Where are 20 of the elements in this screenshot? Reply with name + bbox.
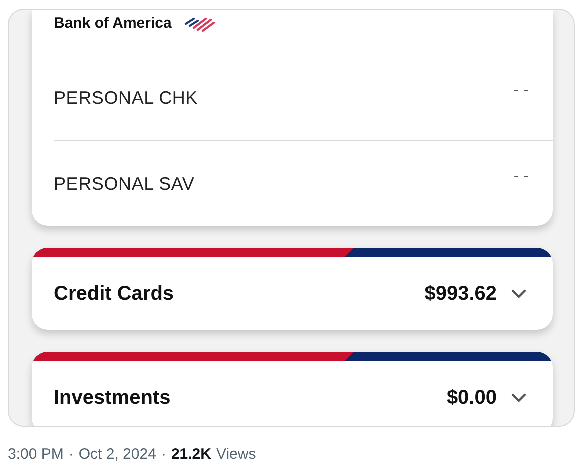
section-title: Credit Cards (54, 282, 176, 306)
bank-name: Bank of America (54, 14, 172, 34)
flag-logo-icon (184, 16, 216, 32)
section-amount: $0.00 (446, 386, 497, 410)
post-meta: · (68, 445, 74, 465)
post-meta: · (161, 445, 166, 465)
post-meta: 3:00 PM (8, 445, 64, 465)
section-title: Investments (54, 386, 172, 410)
account-name[interactable]: PERSONAL SAV (54, 171, 195, 198)
view-count: 21.2K (171, 445, 212, 465)
account-name[interactable]: PERSONAL CHK (54, 85, 198, 112)
section-card[interactable]: Credit Cards $993.62 (32, 248, 553, 330)
post-meta: Oct 2, 2024 (78, 445, 156, 465)
chevron-icon[interactable] (511, 392, 527, 402)
section-amount: $993.62 (424, 282, 497, 306)
post-meta: Views (216, 445, 256, 465)
account-balance: - - (514, 167, 529, 187)
chevron-icon[interactable] (511, 288, 527, 298)
section-card[interactable]: Investments $0.00 (32, 352, 553, 426)
account-balance: - - (514, 81, 529, 101)
